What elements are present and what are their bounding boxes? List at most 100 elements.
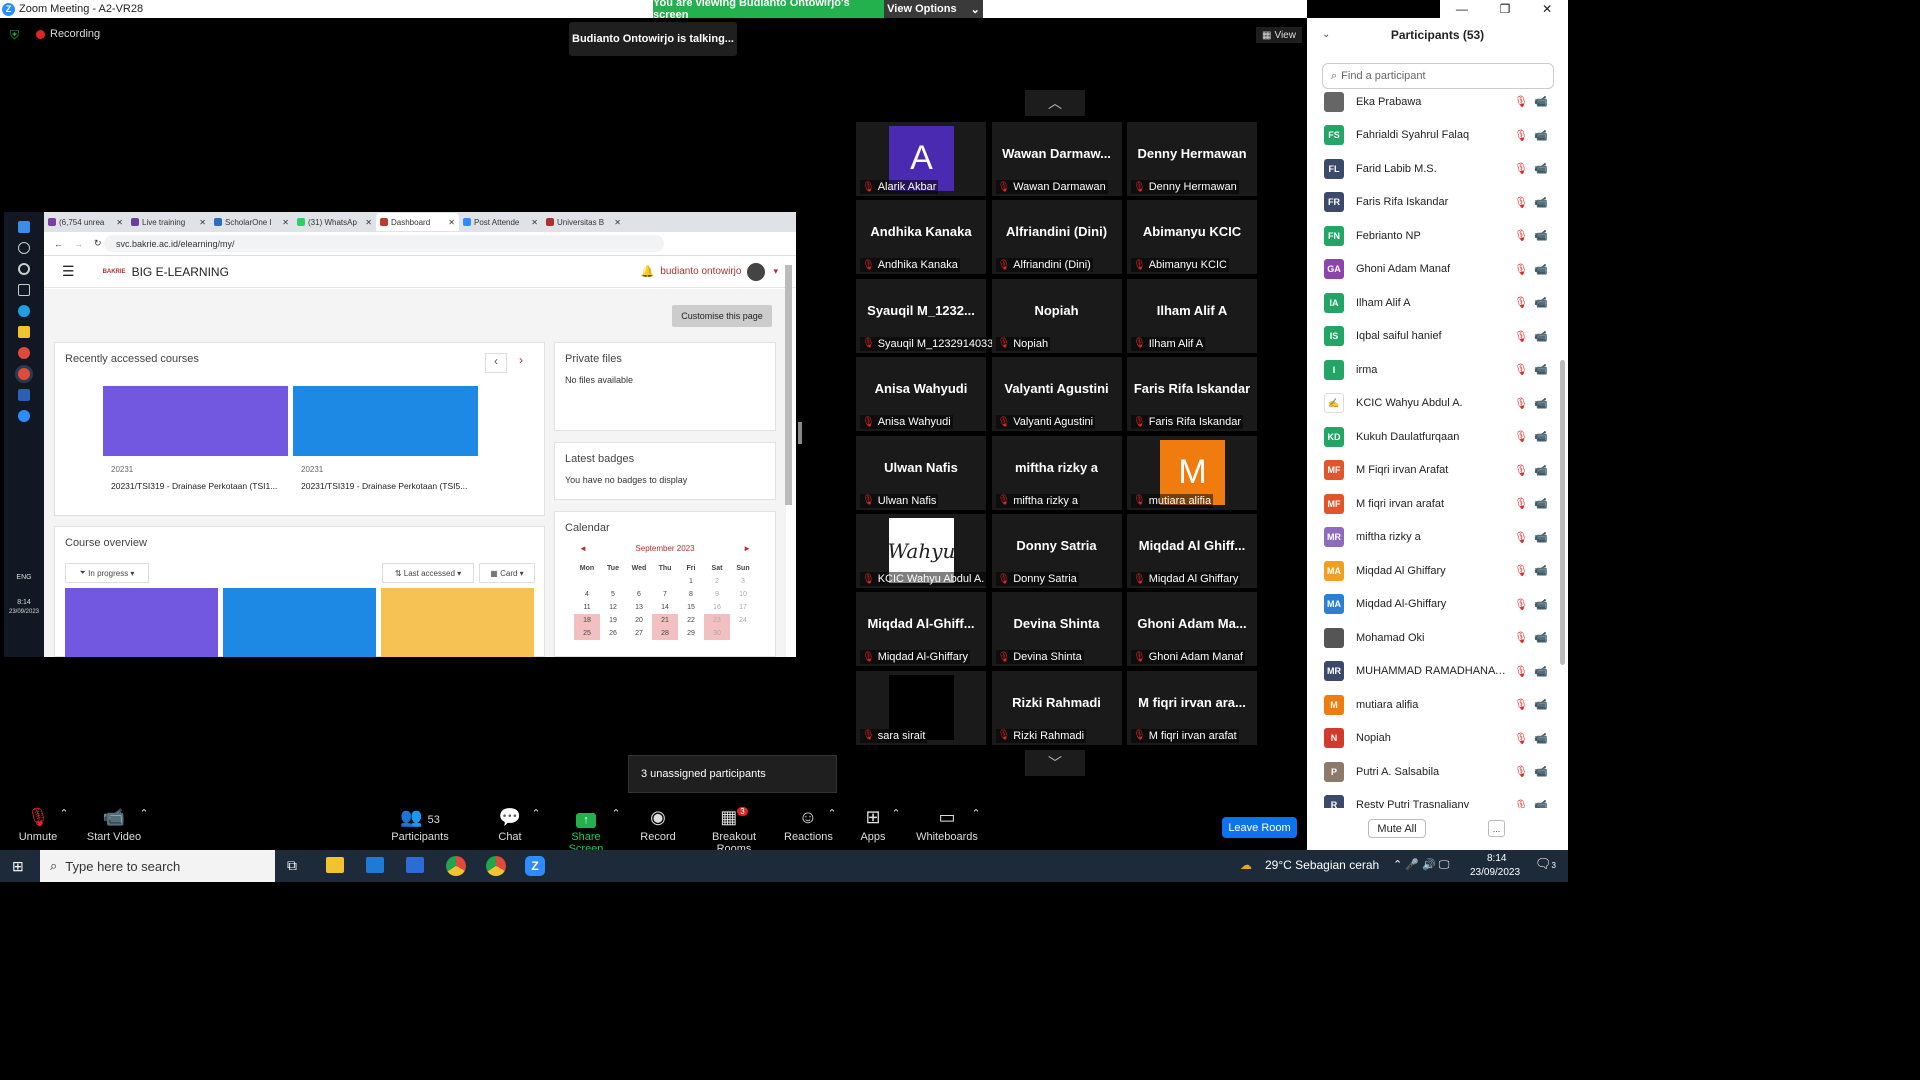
taskbar-search-input[interactable]: ⌕ Type here to search [40,850,275,882]
participant-row[interactable]: MA Miqdad Al-Ghiffary 🎙 📹 [1324,588,1554,621]
chat-button[interactable]: 💬 Chat [490,807,530,843]
video-tile[interactable]: Nopiah 🎙 Nopiah [991,278,1122,353]
participant-row[interactable]: MF M Fiqri irvan Arafat 🎙 📹 [1324,454,1554,487]
participant-row[interactable]: Mmutiara alifia 🎙 📹 [1324,688,1554,721]
video-tile[interactable]: Abimanyu KCIC 🎙 Abimanyu KCIC [1127,200,1257,275]
video-tile[interactable]: M fiqri irvan ara... 🎙 M fiqri irvan arafa… [1127,670,1257,745]
chrome-icon[interactable] [446,856,466,876]
gallery-up-button[interactable]: ︿ [1025,90,1085,116]
apps-options-button[interactable]: ⌃ [890,807,902,820]
view-options-button[interactable]: View Options ⌄ [884,0,983,18]
participant-row[interactable]: MA Miqdad Al Ghiffary 🎙 📹 [1324,554,1554,587]
participant-row[interactable]: FR Faris Rifa Iskandar 🎙 📹 [1324,186,1554,219]
share-screen-button[interactable]: ↑ Share Screen [555,807,617,855]
close-tab-icon: ✕ [614,217,621,227]
video-tile[interactable]: 🎙 sara sirait [856,670,986,745]
chat-label: Chat [498,831,522,843]
video-tile[interactable]: Alfriandini (Dini) 🎙 Alfriandini (Dini) [991,200,1122,275]
video-tile[interactable]: Denny Hermawan 🎙 Denny Hermawan [1127,122,1257,196]
video-options-button[interactable]: ⌃ [138,807,150,820]
video-tile[interactable]: Donny Satria 🎙 Donny Satria [991,514,1122,588]
reactions-button[interactable]: ☺ Reactions [784,807,833,843]
chrome-icon[interactable] [486,856,506,876]
video-tile[interactable]: Valyanti Agustini 🎙 Valyanti Agustini [991,357,1122,432]
taskbar-date[interactable]: 23/09/2023 [1470,867,1520,878]
view-button[interactable]: ▦ View [1256,27,1302,43]
scrollbar[interactable] [1560,360,1565,665]
participant-row[interactable]: Mohamad Oki 🎙 📹 [1324,621,1554,654]
participant-row[interactable]: ✍ KCIC Wahyu Abdul A. 🎙 📹 [1324,387,1554,420]
participant-name: M Fiqri irvan Arafat [1356,464,1449,476]
participant-row[interactable]: IS Iqbal saiful hanief 🎙 📹 [1324,320,1554,353]
share-options-button[interactable]: ⌃ [610,807,622,820]
participant-row[interactable]: GA Ghoni Adam Manaf 🎙 📹 [1324,253,1554,286]
participant-row[interactable]: MR miftha rizky a 🎙 📹 [1324,521,1554,554]
audio-options-button[interactable]: ⌃ [58,807,70,820]
whiteboard-options-button[interactable]: ⌃ [970,807,982,820]
windows-start-icon[interactable]: ⊞ [12,858,24,875]
participant-row[interactable]: FL Farid Labib M.S. 🎙 📹 [1324,152,1554,185]
participant-row[interactable]: KD Kukuh Daulatfurqaan 🎙 📹 [1324,420,1554,453]
participant-row[interactable]: R Resty Putri Trasnaliany 🎙 📹 [1324,789,1554,808]
video-tile[interactable]: Syauqil M_1232... 🎙 Syauqil M_1232914033 [856,278,996,353]
participant-row[interactable]: Iirma 🎙 📹 [1324,353,1554,386]
reactions-options-button[interactable]: ⌃ [826,807,838,820]
restore-icon[interactable]: ❐ [1500,2,1511,16]
participant-row[interactable]: IA Ilham Alif A 🎙 📹 [1324,286,1554,319]
video-tile[interactable]: Ghoni Adam Ma... 🎙 Ghoni Adam Manaf [1127,592,1257,667]
file-explorer-icon[interactable] [326,857,344,873]
calendar-day: 5 [611,591,615,598]
participant-row[interactable]: MR MUHAMMAD RAMADHANA R... 🎙 📹 [1324,655,1554,688]
chat-options-button[interactable]: ⌃ [530,807,542,820]
participant-row[interactable]: FS Fahrialdi Syahrul Falaq 🎙 📹 [1324,119,1554,152]
participants-button[interactable]: 👥 53 Participants [390,807,450,843]
minimize-icon[interactable]: — [1456,2,1468,16]
video-tile[interactable]: Wahyu 🎙 KCIC Wahyu Abdul A. [856,514,987,588]
video-tile[interactable]: Faris Rifa Iskandar 🎙 Faris Rifa Iskandar [1127,357,1257,432]
notification-icon[interactable]: 🗨3 [1535,856,1556,872]
avatar: FN [1324,225,1344,246]
gallery-down-button[interactable]: ﹀ [1025,750,1085,776]
unmute-button[interactable]: 🎙 Unmute [18,807,58,843]
tray-icons[interactable]: ⌃ 🎤 🔊 🖵 [1393,858,1449,872]
user-name: budianto ontowirjo [660,266,742,277]
participant-row[interactable]: Eka Prabawa 🎙 📹 [1324,85,1554,118]
participant-row[interactable]: MF M fiqri irvan arafat 🎙 📹 [1324,487,1554,520]
close-icon[interactable]: ✕ [1542,2,1552,16]
recording-indicator[interactable]: Recording [36,28,100,40]
mic-muted-icon: 🎙 [1514,263,1528,276]
video-tile[interactable]: Devina Shinta 🎙 Devina Shinta [991,592,1122,667]
filter-progress: ⏷ In progress ▾ [65,563,149,583]
store-icon[interactable] [366,857,384,873]
video-tile[interactable]: M 🎙 mutiara alifia [1127,435,1257,510]
participant-row[interactable]: P Putri A. Salsabila 🎙 📹 [1324,755,1554,788]
video-tile[interactable]: Miqdad Al Ghiff... 🎙 Miqdad Al Ghiffary [1127,514,1257,588]
participant-row[interactable]: N Nopiah 🎙 📹 [1324,722,1554,755]
record-button[interactable]: ◉ Record [638,807,678,843]
taskbar-time[interactable]: 8:14 [1487,853,1506,864]
video-tile[interactable]: miftha rizky a 🎙 miftha rizky a [991,435,1122,510]
shield-icon[interactable]: ⛨ [10,28,19,43]
leave-room-button[interactable]: Leave Room [1222,817,1297,838]
zoom-icon[interactable]: Z [525,856,545,876]
mail-icon[interactable] [406,857,424,873]
video-tile[interactable]: Wawan Darmaw... 🎙 Wawan Darmawan [991,122,1122,196]
more-options-button[interactable]: ... [1488,820,1505,837]
video-tile[interactable]: A 🎙 Alarik Akbar [856,122,986,196]
weather-text[interactable]: 29°C Sebagian cerah [1265,858,1379,872]
task-view-icon[interactable]: ⧉ [287,857,297,874]
breakout-rooms-button[interactable]: ▦ 3 Breakout Rooms [695,807,773,855]
video-tile[interactable]: Andhika Kanaka 🎙 Andhika Kanaka [856,200,986,275]
video-tile[interactable]: Anisa Wahyudi 🎙 Anisa Wahyudi [856,357,986,432]
video-tile[interactable]: Miqdad Al-Ghiff... 🎙 Miqdad Al-Ghiffary [856,592,986,667]
video-tile[interactable]: Ilham Alif A 🎙 Ilham Alif A [1127,278,1257,353]
start-video-button[interactable]: 📹 Start Video [85,807,143,843]
splitter-handle[interactable] [798,422,802,444]
course-code: 20231 [111,465,134,474]
apps-button[interactable]: ⊞ Apps [855,807,891,843]
mute-all-button[interactable]: Mute All [1368,819,1426,838]
video-tile[interactable]: Rizki Rahmadi 🎙 Rizki Rahmadi [991,670,1122,745]
unassigned-participants-notice[interactable]: 3 unassigned participants [628,755,837,793]
video-tile[interactable]: Ulwan Nafis 🎙 Ulwan Nafis [856,435,986,510]
participant-row[interactable]: FN Febrianto NP 🎙 📹 [1324,219,1554,252]
